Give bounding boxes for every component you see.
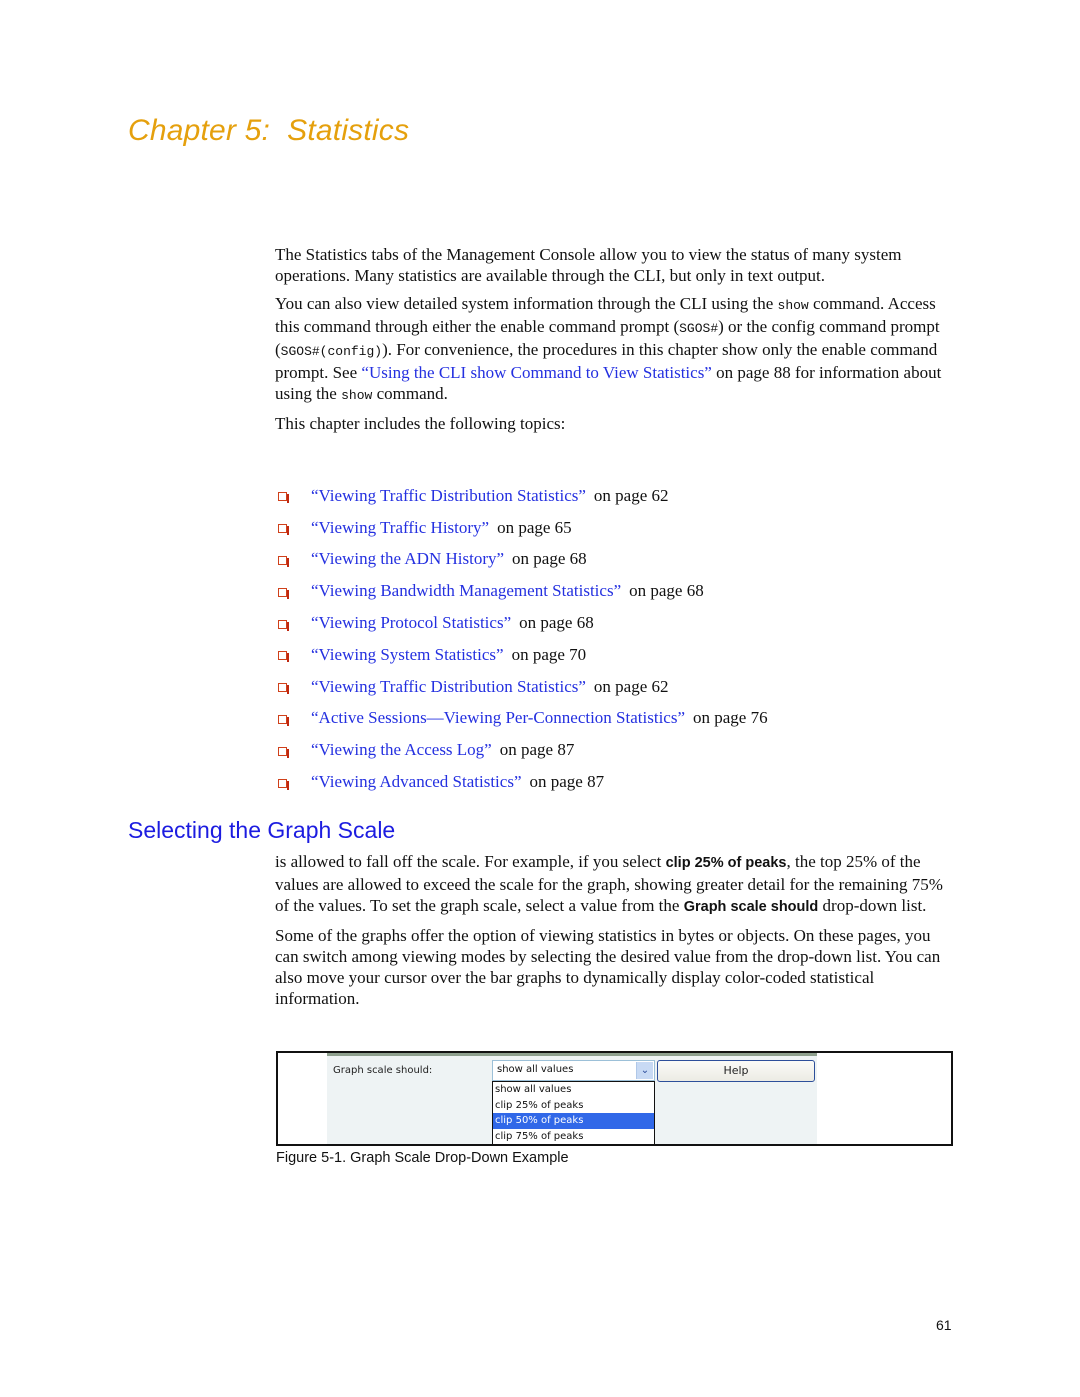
list-item: “Viewing Protocol Statistics” on page 68 (275, 607, 768, 639)
text: drop-down list. (818, 896, 927, 915)
page-ref: on page 65 (497, 517, 572, 537)
checkbox-bullet-icon (278, 555, 289, 567)
checkbox-bullet-icon (278, 619, 289, 631)
dropdown-option[interactable]: show all values (493, 1082, 654, 1098)
graph-scale-figure: Graph scale should: show all values ⌄ sh… (276, 1051, 953, 1146)
checkbox-bullet-icon (278, 778, 289, 790)
topic-link[interactable]: “Viewing Traffic Distribution Statistics… (311, 486, 586, 506)
text: You can also view detailed system inform… (275, 294, 778, 313)
page-number: 61 (936, 1317, 952, 1333)
checkbox-bullet-icon (278, 651, 289, 663)
text: command. (372, 384, 448, 403)
topic-link[interactable]: “Viewing the ADN History” (311, 549, 504, 569)
code-config-prompt: SGOS#(config) (280, 344, 383, 359)
topic-link[interactable]: “Viewing Bandwidth Management Statistics… (311, 581, 621, 601)
code-enable-prompt: SGOS# (679, 321, 719, 336)
graph-scale-paragraph-2: Some of the graphs offer the option of v… (275, 926, 941, 1008)
checkbox-bullet-icon (278, 714, 289, 726)
checkbox-bullet-icon (278, 587, 289, 599)
help-button[interactable]: Help (657, 1060, 815, 1082)
page-ref: on page 68 (512, 549, 587, 569)
code-show: show (777, 298, 809, 313)
checkbox-bullet-icon (278, 746, 289, 758)
topic-link[interactable]: “Viewing Traffic History” (311, 518, 489, 538)
list-item: “Active Sessions—Viewing Per-Connection … (275, 703, 768, 735)
section-title: Selecting the Graph Scale (128, 817, 396, 843)
ui-term: clip 25% of peaks (665, 855, 787, 871)
page-ref: on page 68 (629, 581, 704, 601)
topic-link[interactable]: “Viewing Protocol Statistics” (311, 613, 511, 633)
list-item: “Viewing Bandwidth Management Statistics… (275, 575, 768, 607)
ui-term: Graph scale should (683, 899, 819, 915)
page-ref: on page 87 (499, 740, 575, 760)
intro-paragraph-2: You can also view detailed system inform… (275, 293, 947, 406)
page-ref: on page 70 (511, 644, 587, 664)
list-item: “Viewing the Access Log” on page 87 (275, 734, 768, 766)
topic-link[interactable]: “Viewing Traffic Distribution Statistics… (311, 677, 586, 697)
topic-link[interactable]: “Active Sessions—Viewing Per-Connection … (311, 708, 685, 728)
checkbox-bullet-icon (278, 683, 289, 695)
intro-section: The Statistics tabs of the Management Co… (275, 244, 947, 434)
list-item: “Viewing System Statistics” on page 70 (275, 639, 768, 671)
cli-show-link[interactable]: “Using the CLI show Command to View Stat… (361, 363, 711, 382)
dropdown-options-list: show all values clip 25% of peaks clip 5… (492, 1081, 655, 1145)
figure-caption: Figure 5-1. Graph Scale Drop-Down Exampl… (276, 1150, 569, 1166)
graph-scale-paragraph-1: is allowed to fall off the scale. For ex… (275, 851, 947, 918)
graph-scale-section: is allowed to fall off the scale. For ex… (275, 851, 947, 1009)
list-item: “Viewing the ADN History” on page 68 (275, 544, 768, 576)
chapter-title: Chapter 5: Statistics (128, 114, 410, 147)
figure-top-bar (327, 1053, 817, 1056)
page-ref: on page 87 (529, 772, 605, 792)
page-ref: on page 62 (593, 485, 669, 505)
page-ref: on page 76 (693, 708, 768, 728)
list-item: “Viewing Traffic Distribution Statistics… (275, 480, 768, 512)
dropdown-selected-value: show all values (497, 1064, 574, 1075)
checkbox-bullet-icon (278, 524, 289, 536)
dropdown-option[interactable]: clip 75% of peaks (493, 1129, 654, 1145)
dropdown-option[interactable]: clip 25% of peaks (493, 1098, 654, 1114)
topic-list: “Viewing Traffic Distribution Statistics… (275, 480, 768, 798)
topic-link[interactable]: “Viewing the Access Log” (311, 740, 492, 760)
text: is allowed to fall off the scale. For ex… (275, 852, 666, 871)
intro-paragraph-3: This chapter includes the following topi… (275, 414, 566, 433)
list-item: “Viewing Advanced Statistics” on page 87 (275, 766, 768, 798)
chevron-down-icon[interactable]: ⌄ (636, 1062, 653, 1079)
topic-link[interactable]: “Viewing System Statistics” (311, 645, 504, 665)
dropdown-option-highlighted[interactable]: clip 50% of peaks (493, 1113, 654, 1129)
checkbox-bullet-icon (278, 492, 289, 504)
intro-paragraph-1: The Statistics tabs of the Management Co… (275, 245, 902, 285)
list-item: “Viewing Traffic History” on page 65 (275, 512, 768, 544)
list-item: “Viewing Traffic Distribution Statistics… (275, 671, 768, 703)
page-ref: on page 62 (593, 676, 669, 696)
topic-link[interactable]: “Viewing Advanced Statistics” (311, 772, 521, 792)
page-ref: on page 68 (519, 613, 594, 633)
graph-scale-dropdown[interactable]: show all values ⌄ (492, 1060, 655, 1081)
graph-scale-label: Graph scale should: (333, 1065, 433, 1076)
code-show: show (341, 388, 373, 403)
